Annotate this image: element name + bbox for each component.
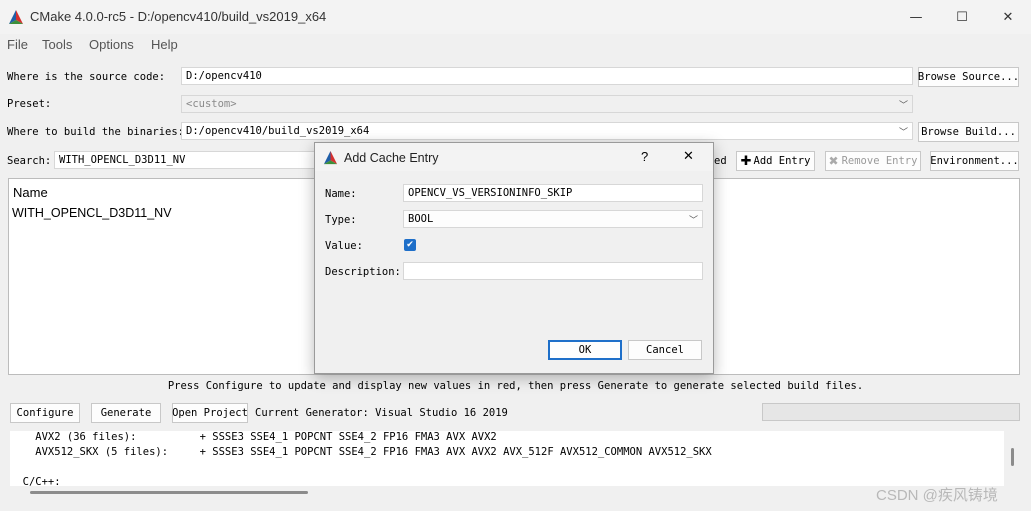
- checkmark-icon: ✔: [406, 240, 414, 250]
- search-label: Search:: [7, 155, 52, 167]
- watermark: CSDN @疾风铸境: [876, 487, 998, 504]
- search-input[interactable]: WITH_OPENCL_D3D11_NV: [54, 151, 316, 169]
- type-value: BOOL: [408, 213, 434, 225]
- output-line: AVX512_SKX (5 files): + SSSE3 SSE4_1 POP…: [10, 446, 712, 458]
- environment-button[interactable]: Environment...: [930, 151, 1019, 171]
- hint-text: Press Configure to update and display ne…: [167, 380, 864, 392]
- browse-source-button[interactable]: Browse Source...: [918, 67, 1019, 87]
- remove-entry-label: Remove Entry: [841, 155, 918, 167]
- current-generator-text: Current Generator: Visual Studio 16 2019: [255, 407, 508, 419]
- progress-bar: [762, 403, 1020, 421]
- cancel-button[interactable]: Cancel: [628, 340, 702, 360]
- output-line: C/C++:: [10, 476, 61, 486]
- remove-entry-button[interactable]: ✖ Remove Entry: [825, 151, 921, 171]
- title-bar: CMake 4.0.0-rc5 - D:/opencv410/build_vs2…: [0, 0, 1031, 34]
- menu-bar: File Tools Options Help: [0, 34, 1031, 56]
- tree-column-header-name[interactable]: Name: [13, 185, 48, 200]
- menu-file[interactable]: File: [7, 37, 28, 52]
- open-project-button[interactable]: Open Project: [172, 403, 248, 423]
- horizontal-scrollbar[interactable]: [30, 491, 308, 494]
- remove-icon: ✖: [828, 154, 839, 168]
- plus-icon: ✚: [740, 153, 752, 169]
- preset-label: Preset:: [7, 98, 52, 110]
- browse-build-button[interactable]: Browse Build...: [918, 122, 1019, 142]
- window-title: CMake 4.0.0-rc5 - D:/opencv410/build_vs2…: [30, 9, 327, 24]
- name-input[interactable]: OPENCV_VS_VERSIONINFO_SKIP: [403, 184, 703, 202]
- chevron-down-icon: ﹀: [898, 101, 908, 111]
- preset-value: <custom>: [186, 98, 237, 110]
- tree-row[interactable]: WITH_OPENCL_D3D11_NV: [12, 206, 172, 220]
- close-button[interactable]: ✕: [985, 0, 1031, 34]
- add-cache-entry-dialog: Add Cache Entry ? ✕ Name: OPENCV_VS_VERS…: [314, 142, 714, 374]
- menu-tools[interactable]: Tools: [42, 37, 72, 52]
- binaries-label: Where to build the binaries:: [7, 126, 185, 138]
- vertical-scrollbar[interactable]: [1011, 448, 1014, 466]
- add-entry-button[interactable]: ✚ Add Entry: [736, 151, 815, 171]
- type-label: Type:: [325, 214, 357, 226]
- minimize-icon: —: [909, 9, 923, 25]
- minimize-button[interactable]: —: [893, 0, 939, 34]
- menu-options[interactable]: Options: [89, 37, 134, 52]
- close-icon: ✕: [683, 149, 694, 164]
- name-label: Name:: [325, 188, 357, 200]
- dialog-title-bar: Add Cache Entry ? ✕: [315, 143, 713, 171]
- chevron-down-icon: ﹀: [898, 128, 908, 138]
- dialog-title: Add Cache Entry: [344, 151, 439, 165]
- output-line: AVX2 (36 files): + SSSE3 SSE4_1 POPCNT S…: [10, 431, 497, 443]
- cmake-logo-icon: [323, 150, 338, 165]
- value-checkbox[interactable]: ✔: [404, 239, 416, 251]
- help-button[interactable]: ?: [641, 149, 648, 164]
- source-path-input[interactable]: D:/opencv410: [181, 67, 913, 85]
- output-log[interactable]: AVX2 (36 files): + SSSE3 SSE4_1 POPCNT S…: [10, 431, 1004, 486]
- maximize-button[interactable]: ☐: [939, 0, 985, 34]
- description-input[interactable]: [403, 262, 703, 280]
- menu-help[interactable]: Help: [151, 37, 178, 52]
- add-entry-label: Add Entry: [753, 155, 811, 167]
- binaries-path-combo[interactable]: D:/opencv410/build_vs2019_x64 ﹀: [181, 122, 913, 140]
- description-label: Description:: [325, 266, 401, 278]
- preset-combo[interactable]: <custom> ﹀: [181, 95, 913, 113]
- configure-button[interactable]: Configure: [10, 403, 80, 423]
- close-icon: ✕: [1002, 9, 1014, 25]
- type-combo[interactable]: BOOL ﹀: [403, 210, 703, 228]
- binaries-value: D:/opencv410/build_vs2019_x64: [186, 125, 370, 137]
- grouped-checkbox-label: ed: [714, 155, 727, 167]
- source-label: Where is the source code:: [7, 71, 166, 83]
- cmake-logo-icon: [9, 10, 23, 24]
- generate-button[interactable]: Generate: [91, 403, 161, 423]
- maximize-icon: ☐: [956, 9, 968, 25]
- chevron-down-icon: ﹀: [688, 216, 698, 226]
- ok-button[interactable]: OK: [548, 340, 622, 360]
- value-label: Value:: [325, 240, 363, 252]
- dialog-close-button[interactable]: ✕: [683, 149, 694, 164]
